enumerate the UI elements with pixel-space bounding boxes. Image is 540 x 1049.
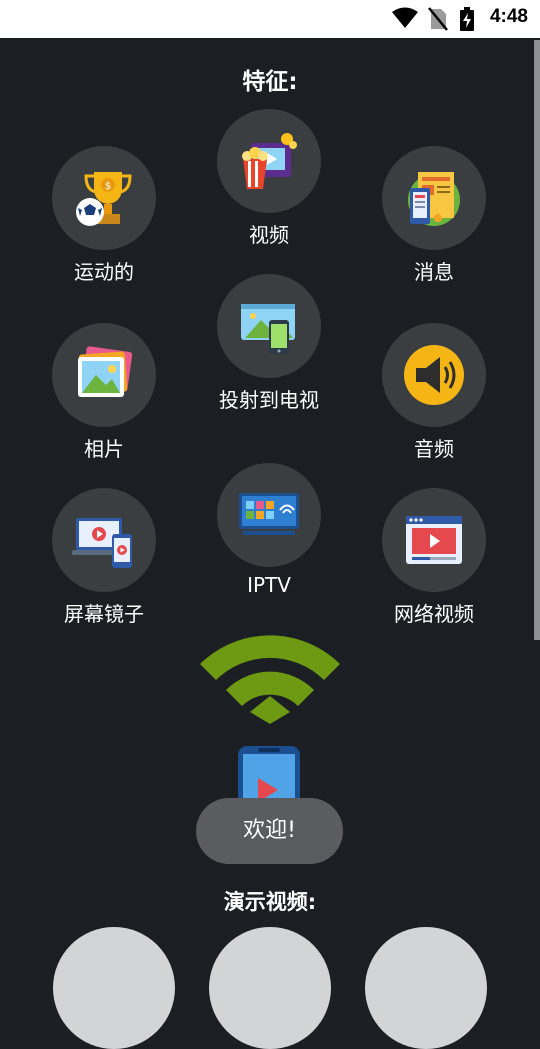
feature-iptv[interactable]: IPTV	[189, 463, 349, 597]
feature-news-label: 消息	[414, 260, 454, 284]
feature-audio-button[interactable]	[382, 323, 486, 427]
feature-cast[interactable]: 投射到电视	[189, 274, 349, 413]
feature-photos-label: 相片	[84, 437, 124, 461]
feature-sport[interactable]: $ 运动的	[24, 146, 184, 285]
features-title: 特征:	[242, 69, 298, 95]
feature-video-button[interactable]	[217, 109, 321, 213]
feature-photos[interactable]: 相片	[24, 323, 184, 462]
feature-sport-label: 运动的	[74, 260, 134, 284]
welcome-toast: 欢迎!	[196, 798, 343, 864]
svg-text:$: $	[105, 181, 111, 192]
screen-mirror-icon	[72, 518, 132, 568]
wifi-icon	[392, 7, 418, 28]
feature-web-video-label: 网络视频	[394, 602, 474, 626]
feature-web-video[interactable]: 网络视频	[354, 488, 514, 627]
feature-cast-button[interactable]	[217, 274, 321, 378]
demo-video-thumbnail[interactable]	[209, 927, 331, 1049]
demo-video-thumbnail[interactable]	[365, 927, 487, 1049]
feature-video[interactable]: 视频	[189, 109, 349, 248]
scrollbar[interactable]	[534, 40, 540, 640]
feature-cast-label: 投射到电视	[219, 388, 319, 412]
feature-video-label: 视频	[249, 223, 289, 247]
demo-video-thumbnail[interactable]	[53, 927, 175, 1049]
photo-gallery-icon	[78, 346, 133, 397]
feature-iptv-label: IPTV	[247, 573, 291, 597]
feature-mirror[interactable]: 屏幕镜子	[24, 488, 184, 627]
feature-audio-label: 音频	[414, 437, 454, 461]
feature-mirror-label: 屏幕镜子	[64, 602, 144, 626]
feature-photos-button[interactable]	[52, 323, 156, 427]
feature-audio[interactable]: 音频	[354, 323, 514, 462]
battery-charging-icon	[460, 7, 474, 31]
feature-news[interactable]: 消息	[354, 146, 514, 285]
feature-iptv-button[interactable]	[217, 463, 321, 567]
status-time: 4:48	[489, 6, 528, 27]
feature-sport-button[interactable]: $	[52, 146, 156, 250]
speaker-icon	[404, 345, 464, 405]
feature-news-button[interactable]	[382, 146, 486, 250]
status-bar: 4:48	[0, 0, 540, 38]
no-sim-icon	[428, 7, 448, 31]
web-video-player-icon	[406, 516, 462, 564]
feature-mirror-button[interactable]	[52, 488, 156, 592]
popcorn-film-icon	[242, 133, 297, 189]
screen-cast-icon	[241, 304, 295, 354]
smart-tv-icon	[239, 493, 299, 535]
newspaper-icon	[408, 172, 460, 226]
feature-web-video-button[interactable]	[382, 488, 486, 592]
trophy-soccer-icon: $	[76, 172, 132, 226]
demo-videos-title: 演示视频:	[223, 890, 317, 914]
